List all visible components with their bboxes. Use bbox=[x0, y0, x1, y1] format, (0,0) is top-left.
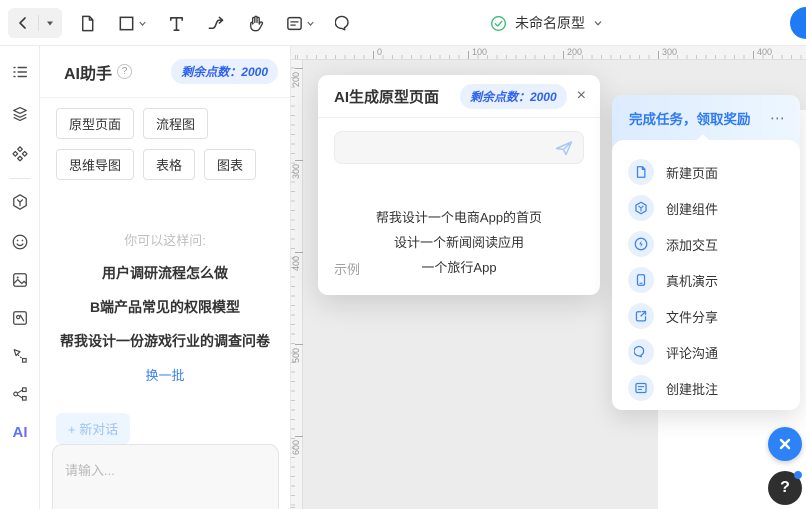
note-icon bbox=[285, 14, 304, 33]
example-item[interactable]: 一个旅行App bbox=[318, 257, 600, 276]
send-icon[interactable] bbox=[554, 138, 574, 163]
chat-input-placeholder: 请输入... bbox=[65, 460, 115, 479]
task-new-page[interactable]: 新建页面 bbox=[628, 159, 788, 185]
ai-generate-modal: AI生成原型页面 剩余点数：2000 × 示例 帮我设计一个电商App的首页 设… bbox=[318, 75, 600, 295]
back-button[interactable] bbox=[8, 8, 38, 38]
ruler-label: 400 bbox=[757, 47, 772, 57]
share-nodes-icon[interactable] bbox=[10, 384, 30, 404]
points-badge: 剩余点数：2000 bbox=[460, 84, 567, 109]
ruler-label: 0 bbox=[377, 47, 382, 57]
new-page-icon bbox=[628, 159, 654, 185]
app-window: 0 100 200 300 400 200 300 400 500 600 bbox=[0, 0, 806, 509]
suggestion-hint: 你可以这样问: bbox=[40, 230, 290, 249]
create-component-icon bbox=[628, 195, 654, 221]
suggestion-item[interactable]: B端产品常见的权限模型 bbox=[40, 297, 290, 317]
document-title: 未命名原型 bbox=[515, 13, 585, 33]
task-add-interaction[interactable]: 添加交互 bbox=[628, 231, 788, 257]
example-item[interactable]: 设计一个新闻阅读应用 bbox=[318, 232, 600, 251]
connector-icon[interactable] bbox=[206, 14, 226, 33]
points-badge: 剩余点数：2000 bbox=[171, 59, 278, 84]
close-icon bbox=[778, 437, 792, 451]
ruler-label: 400 bbox=[291, 256, 301, 271]
task-list: 新建页面 创建组件 添加交互 真机演示 bbox=[612, 140, 800, 410]
document-title-group[interactable]: 未命名原型 bbox=[490, 0, 603, 46]
shape-dropdown-icon bbox=[138, 19, 147, 28]
category-prototype-button[interactable]: 原型页面 bbox=[56, 108, 134, 139]
help-icon[interactable]: ? bbox=[117, 64, 132, 79]
notification-dot bbox=[794, 471, 802, 479]
ai-logo[interactable]: AI bbox=[10, 422, 30, 442]
modal-title: AI生成原型页面 bbox=[334, 86, 439, 107]
annotation-icon bbox=[628, 375, 654, 401]
task-file-share[interactable]: 文件分享 bbox=[628, 303, 788, 329]
resource-icon[interactable] bbox=[10, 192, 30, 212]
text-tool-icon[interactable] bbox=[167, 14, 186, 33]
device-preview-icon bbox=[628, 267, 654, 293]
task-panel-title: 完成任务，领取奖励 bbox=[629, 108, 751, 128]
image-icon[interactable] bbox=[10, 270, 30, 290]
new-chat-button[interactable]: + 新对话 bbox=[56, 413, 130, 444]
task-reward-panel: 完成任务，领取奖励 ⋯ 新建页面 创建组件 添加交互 bbox=[612, 95, 800, 410]
horizontal-ruler: 0 100 200 300 400 bbox=[291, 46, 806, 60]
ruler-label: 600 bbox=[291, 440, 301, 455]
ruler-label: 500 bbox=[291, 348, 301, 363]
ai-panel-title: AI助手 bbox=[64, 60, 112, 84]
shape-tool[interactable] bbox=[117, 14, 147, 33]
ruler-label: 300 bbox=[291, 164, 301, 179]
category-mindmap-button[interactable]: 思维导图 bbox=[56, 149, 134, 180]
page-icon[interactable] bbox=[78, 14, 97, 33]
title-dropdown-icon bbox=[593, 18, 603, 28]
avatar[interactable] bbox=[790, 7, 806, 39]
ai-assistant-panel: AI助手 ? 剩余点数：2000 原型页面 流程图 思维导图 表格 图表 你可以… bbox=[40, 46, 291, 509]
vector-icon[interactable] bbox=[10, 346, 30, 366]
task-create-component[interactable]: 创建组件 bbox=[628, 195, 788, 221]
suggestion-item[interactable]: 用户调研流程怎么做 bbox=[40, 263, 290, 283]
page-list-icon[interactable] bbox=[10, 62, 30, 82]
category-table-button[interactable]: 表格 bbox=[143, 149, 195, 180]
comment-tool-icon[interactable] bbox=[335, 14, 354, 33]
add-interaction-icon bbox=[628, 231, 654, 257]
more-options-icon[interactable]: ⋯ bbox=[770, 109, 786, 127]
top-toolbar: 未命名原型 bbox=[0, 0, 806, 46]
example-item[interactable]: 帮我设计一个电商App的首页 bbox=[318, 207, 600, 226]
note-dropdown-icon bbox=[306, 19, 315, 28]
category-chart-button[interactable]: 图表 bbox=[204, 149, 256, 180]
components-icon[interactable] bbox=[10, 144, 30, 164]
sync-check-icon bbox=[490, 15, 507, 32]
task-comment[interactable]: 评论沟通 bbox=[628, 339, 788, 365]
file-share-icon bbox=[628, 303, 654, 329]
dismiss-task-panel-button[interactable] bbox=[768, 427, 802, 461]
close-icon[interactable]: × bbox=[577, 88, 586, 104]
refresh-suggestions-link[interactable]: 换一批 bbox=[40, 365, 290, 384]
suggestion-item[interactable]: 帮我设计一份游戏行业的调查问卷 bbox=[40, 331, 290, 351]
comment-icon bbox=[628, 339, 654, 365]
task-annotation[interactable]: 创建批注 bbox=[628, 375, 788, 401]
back-dropdown-icon[interactable] bbox=[39, 8, 61, 38]
back-button-group bbox=[8, 8, 62, 38]
category-flowchart-button[interactable]: 流程图 bbox=[143, 108, 208, 139]
emoji-icon[interactable] bbox=[10, 232, 30, 252]
ruler-label: 200 bbox=[567, 47, 582, 57]
note-tool[interactable] bbox=[285, 14, 315, 33]
layers-icon[interactable] bbox=[10, 104, 30, 124]
chat-input-area[interactable]: 请输入... 0/200 发送 bbox=[52, 444, 279, 509]
vertical-ruler: 200 300 400 500 600 bbox=[291, 60, 303, 509]
hand-tool-icon[interactable] bbox=[246, 14, 265, 33]
prompt-input[interactable] bbox=[334, 131, 584, 164]
task-device-preview[interactable]: 真机演示 bbox=[628, 267, 788, 293]
ruler-label: 100 bbox=[472, 47, 487, 57]
ruler-label: 300 bbox=[662, 47, 677, 57]
sticker-icon[interactable] bbox=[10, 308, 30, 328]
left-sidebar: AI bbox=[0, 46, 40, 509]
ruler-label: 200 bbox=[291, 72, 301, 87]
